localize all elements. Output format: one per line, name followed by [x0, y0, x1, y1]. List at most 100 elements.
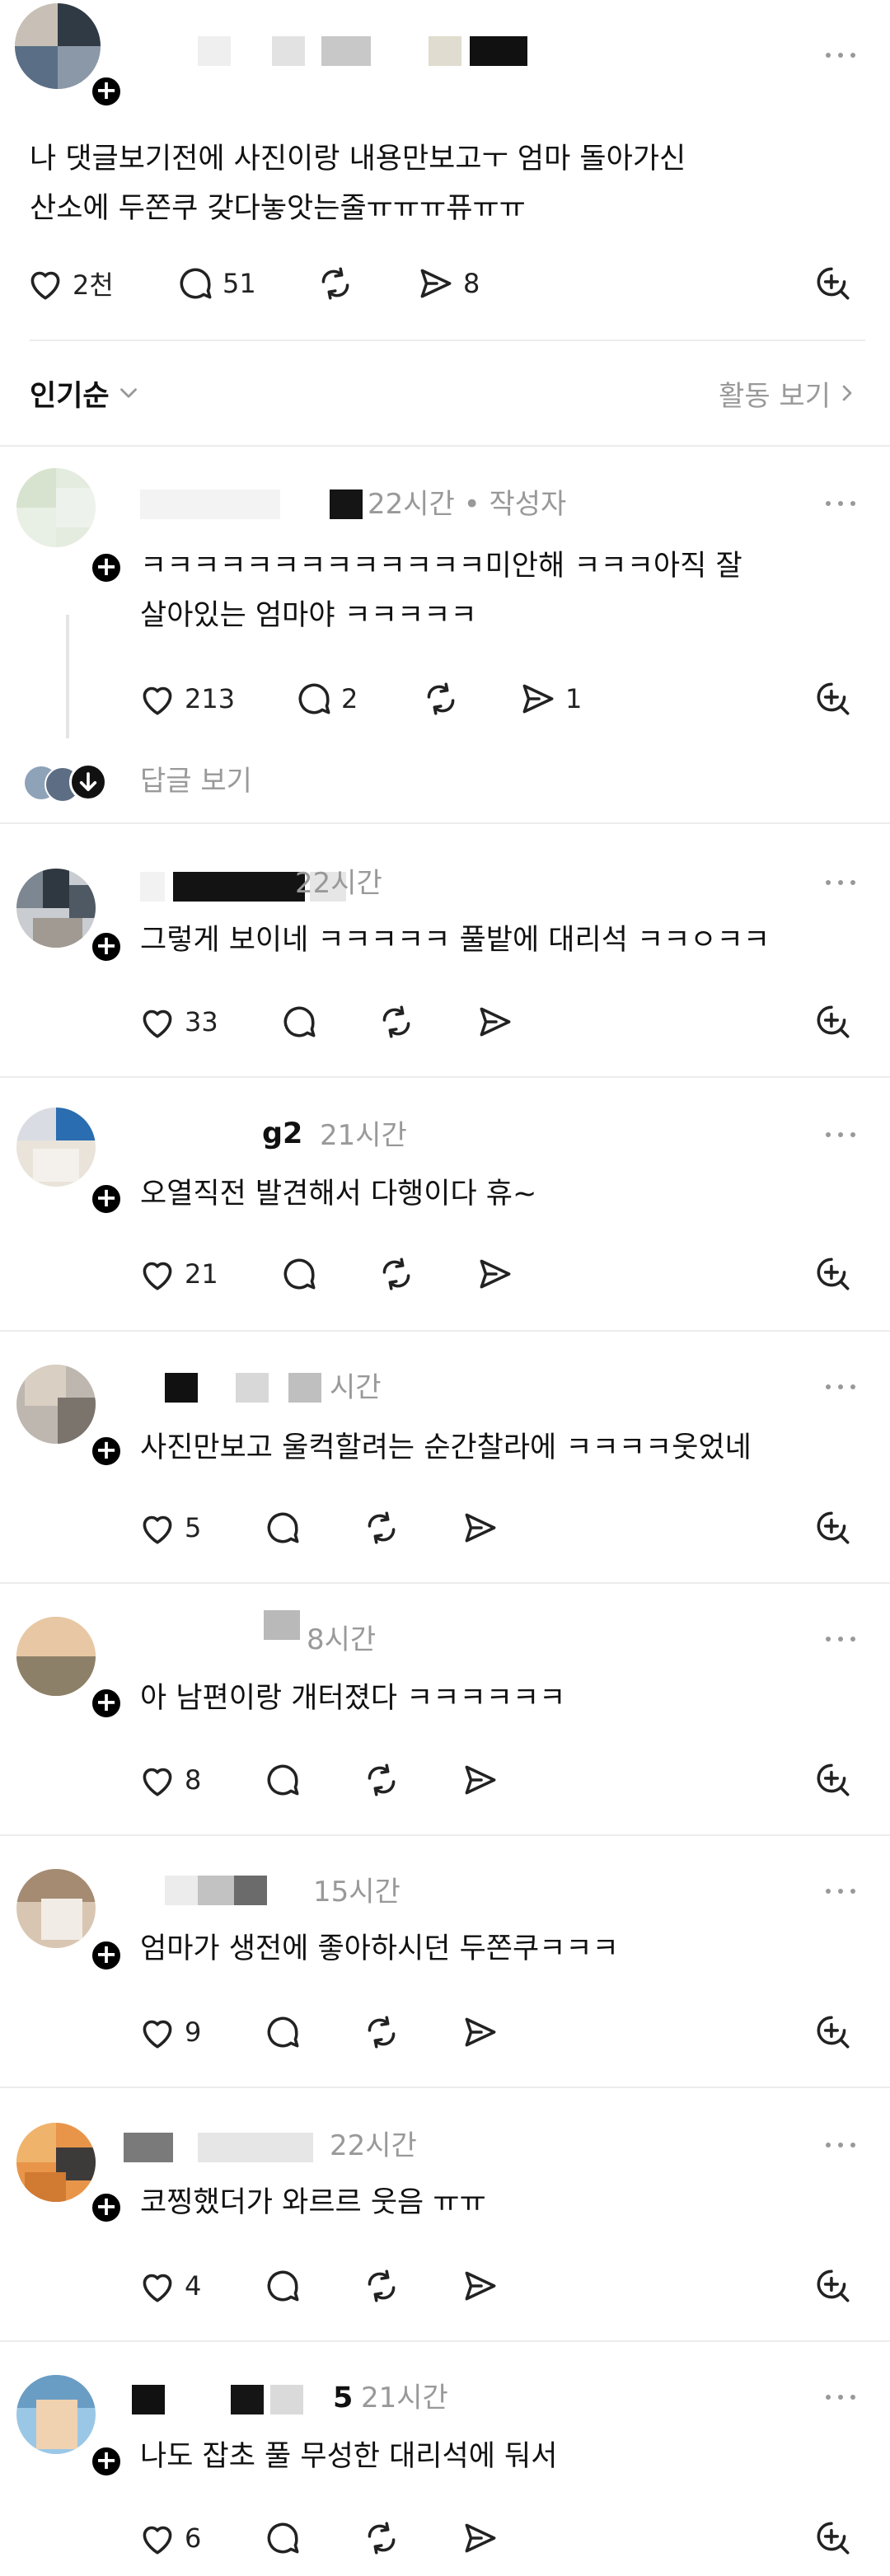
like-button[interactable]: 33 [137, 997, 218, 1047]
add-button[interactable] [813, 2261, 854, 2311]
follow-plus-icon[interactable]: + [89, 550, 124, 585]
comment-meta: 21시간 [361, 2382, 448, 2414]
like-button[interactable]: 6 [137, 2513, 201, 2563]
post-text-line1: 나 댓글보기전에 사진이랑 내용만보고ㅜ 엄마 돌아가신 [30, 143, 686, 176]
post-author-name[interactable] [140, 36, 536, 66]
like-button[interactable]: 8 [137, 1755, 201, 1805]
follow-plus-icon[interactable]: + [89, 1938, 124, 1973]
comment-author-name[interactable] [140, 489, 363, 519]
comment-actions: 213 2 1 [137, 674, 865, 724]
repost-button[interactable] [361, 1755, 402, 1805]
add-button[interactable] [813, 997, 854, 1047]
comment-icon [175, 263, 216, 304]
more-icon[interactable] [826, 1117, 859, 1150]
comment-avatar[interactable] [16, 2123, 96, 2202]
comment-button[interactable]: 2 [293, 674, 358, 724]
send-button[interactable] [460, 2261, 501, 2311]
comment-button[interactable] [262, 2007, 303, 2057]
comment-avatar[interactable] [16, 869, 96, 948]
repost-button[interactable] [361, 2261, 402, 2311]
more-icon[interactable] [826, 2380, 859, 2413]
more-icon[interactable] [826, 1622, 859, 1655]
post-author-avatar[interactable] [15, 3, 101, 89]
follow-plus-icon[interactable]: + [89, 2444, 124, 2479]
comment-button[interactable]: 51 [175, 259, 256, 308]
add-button[interactable] [813, 1249, 854, 1299]
activity-link[interactable]: 활동 보기 [719, 372, 860, 414]
comment-actions: 5 [137, 1503, 865, 1553]
add-button[interactable] [813, 2513, 854, 2563]
repost-button[interactable] [361, 1503, 402, 1553]
send-button[interactable] [460, 2513, 501, 2563]
repost-icon [315, 263, 356, 304]
add-button[interactable] [813, 1503, 854, 1553]
like-button[interactable]: 2천 [25, 259, 114, 308]
add-button[interactable] [813, 1755, 854, 1805]
comment-author-name[interactable] [264, 1610, 305, 1640]
like-button[interactable]: 9 [137, 2007, 201, 2057]
more-icon[interactable] [826, 865, 859, 898]
comment-avatar[interactable] [16, 1365, 96, 1444]
repost-button[interactable] [361, 2007, 402, 2057]
add-button[interactable] [813, 2007, 854, 2057]
repost-button[interactable] [361, 2513, 402, 2563]
follow-plus-icon[interactable]: + [89, 1434, 124, 1468]
comment-meta: 15시간 [313, 1876, 400, 1909]
comment-author-name[interactable]: g2 [262, 1117, 302, 1150]
like-button[interactable]: 4 [137, 2261, 201, 2311]
follow-plus-icon[interactable]: + [89, 930, 124, 964]
add-button[interactable] [813, 259, 854, 308]
repost-button[interactable] [420, 674, 461, 724]
follow-plus-icon[interactable]: + [89, 1182, 124, 1216]
repost-button[interactable] [376, 997, 417, 1047]
more-icon[interactable] [826, 1874, 859, 1907]
comment-text: 오열직전 발견해서 다행이다 휴~ [140, 1178, 537, 1211]
repost-button[interactable] [315, 259, 356, 308]
like-count: 6 [185, 2522, 202, 2554]
comment-author-name[interactable] [165, 1876, 272, 1905]
comment-avatar[interactable] [16, 1108, 96, 1187]
comment-avatar[interactable] [16, 1869, 96, 1948]
follow-plus-icon[interactable]: + [89, 1686, 124, 1721]
comment-button[interactable] [279, 1249, 320, 1299]
more-icon[interactable] [826, 2128, 859, 2161]
follow-plus-icon[interactable]: + [89, 2190, 124, 2225]
add-icon [813, 678, 854, 719]
send-button[interactable] [475, 1249, 516, 1299]
comment-button[interactable] [262, 2261, 303, 2311]
like-button[interactable]: 21 [137, 1249, 218, 1299]
comment-button[interactable] [262, 2513, 303, 2563]
more-icon[interactable] [826, 1370, 859, 1403]
like-button[interactable]: 213 [137, 674, 235, 724]
view-replies-link[interactable]: 답글 보기 [140, 765, 252, 798]
comment-avatar[interactable] [16, 2375, 96, 2454]
send-button[interactable]: 1 [518, 674, 582, 724]
send-button[interactable]: 8 [415, 259, 480, 308]
send-button[interactable] [475, 997, 516, 1047]
comment-button[interactable] [262, 1503, 303, 1553]
comment-avatar[interactable] [16, 468, 96, 547]
comment-author-name[interactable] [165, 1373, 330, 1403]
more-icon[interactable] [826, 486, 859, 519]
follow-plus-icon[interactable]: + [89, 74, 124, 109]
send-icon [460, 1507, 501, 1548]
send-button[interactable] [460, 1755, 501, 1805]
repost-button[interactable] [376, 1249, 417, 1299]
sort-selector[interactable]: 인기순 [30, 372, 143, 414]
send-button[interactable] [460, 2007, 501, 2057]
like-button[interactable]: 5 [137, 1503, 201, 1553]
divider [0, 1330, 890, 1332]
more-icon[interactable] [826, 38, 859, 71]
comment-author-name[interactable] [124, 2133, 330, 2162]
comment-author-name-visible[interactable]: 5 [333, 2382, 353, 2414]
repost-icon [361, 2012, 402, 2053]
send-button[interactable] [460, 1503, 501, 1553]
comment-button[interactable] [279, 997, 320, 1047]
comment-author-name[interactable] [132, 2385, 313, 2414]
comment-button[interactable] [262, 1755, 303, 1805]
add-button[interactable] [813, 674, 854, 724]
like-count: 21 [185, 1258, 218, 1290]
reply-avatars[interactable] [25, 763, 115, 803]
comment-avatar[interactable] [16, 1617, 96, 1696]
comment-text: 그렇게 보이네 ㅋㅋㅋㅋㅋ 풀밭에 대리석 ㅋㅋㅇㅋㅋ [140, 924, 771, 957]
